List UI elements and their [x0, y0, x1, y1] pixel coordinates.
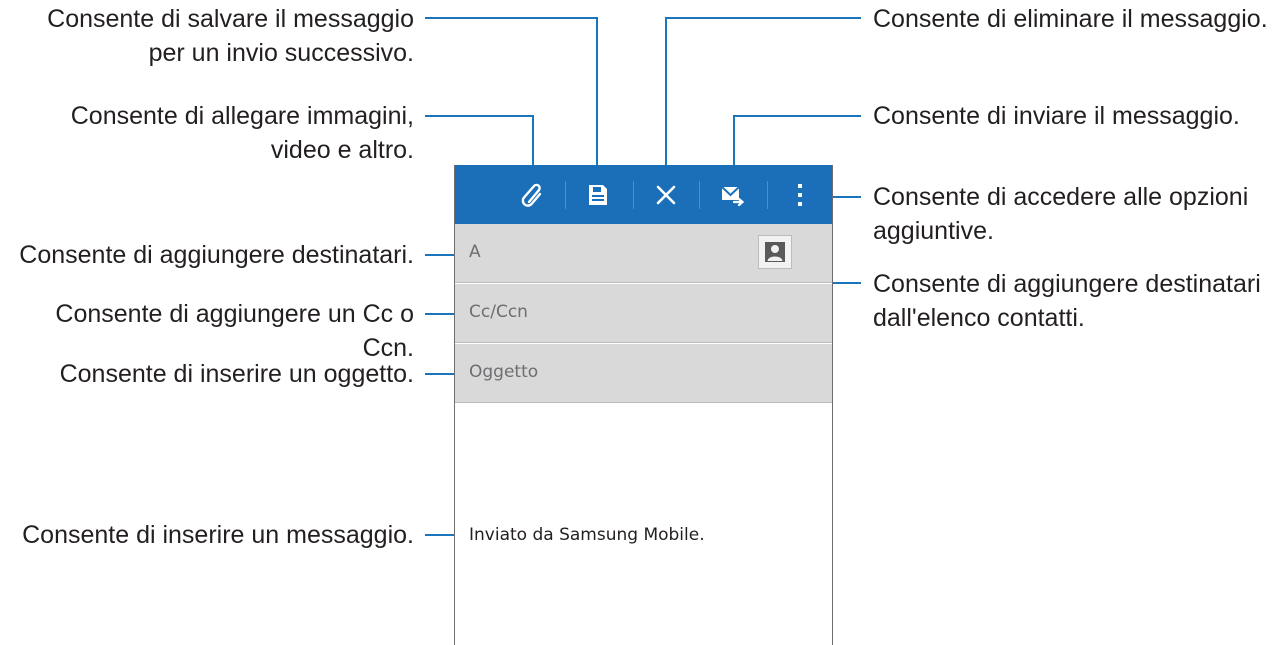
callout-attach: Consente di allegare immagini, video e a… [71, 99, 414, 167]
callout-contacts-line-2: dall'elenco contatti. [873, 304, 1085, 332]
callout-attach-line-1: Consente di allegare immagini, [70, 102, 414, 130]
action-bar-separator [565, 181, 566, 209]
leader-save-v [596, 17, 598, 179]
callout-recipients: Consente di aggiungere destinatari. [19, 238, 414, 272]
callout-delete: Consente di eliminare il messaggio. [873, 2, 1268, 36]
callout-save: Consente di salvare il messaggio per un … [47, 2, 414, 70]
callout-save-line-2: per un invio successivo. [148, 39, 414, 67]
callout-options-line-2: aggiuntive. [873, 217, 994, 245]
callout-attach-line-2: video e altro. [270, 136, 414, 164]
callout-message: Consente di inserire un messaggio. [22, 518, 414, 552]
more-vert-icon [798, 183, 802, 206]
callout-save-line-1: Consente di salvare il messaggio [47, 5, 414, 33]
contact-icon [765, 242, 785, 262]
more-options-button[interactable] [780, 165, 820, 224]
callout-send: Consente di inviare il messaggio. [873, 99, 1240, 133]
callout-delete-line-1: Consente di eliminare il messaggio. [873, 5, 1268, 33]
delete-button[interactable] [646, 165, 686, 224]
callout-contacts-line-1: Consente di aggiungere destinatari [873, 270, 1261, 298]
message-body[interactable]: Inviato da Samsung Mobile. [455, 404, 832, 645]
attach-button[interactable] [513, 165, 553, 224]
save-button[interactable] [578, 165, 618, 224]
cc-field[interactable]: Cc/Ccn [455, 284, 832, 343]
callout-message-line-1: Consente di inserire un messaggio. [22, 521, 414, 549]
cc-field-label: Cc/Ccn [469, 302, 528, 322]
callout-cc: Consente di aggiungere un Cc o Ccn. [55, 297, 414, 365]
email-compose-screen: A Cc/Ccn Oggetto Inviato da Samsung Mobi… [454, 165, 833, 645]
close-icon [656, 185, 676, 204]
callout-subject-line-1: Consente di inserire un oggetto. [59, 360, 414, 388]
callout-contacts: Consente di aggiungere destinatari dall'… [873, 267, 1261, 335]
action-bar-separator [699, 181, 700, 209]
action-bar-separator [633, 181, 634, 209]
subject-field[interactable]: Oggetto [455, 344, 832, 403]
send-button[interactable] [713, 165, 753, 224]
callout-options-line-1: Consente di accedere alle opzioni [873, 183, 1249, 211]
send-mail-icon [721, 185, 745, 206]
callout-options: Consente di accedere alle opzioni aggiun… [873, 180, 1248, 248]
contacts-button[interactable] [758, 235, 792, 269]
to-field-label: A [469, 242, 481, 262]
action-bar-separator [767, 181, 768, 209]
leader-send-h [733, 115, 861, 117]
subject-field-label: Oggetto [469, 362, 539, 382]
to-field[interactable]: A [455, 224, 832, 283]
paperclip-icon [521, 183, 542, 207]
callout-subject: Consente di inserire un oggetto. [60, 357, 414, 391]
callout-cc-line-1: Consente di aggiungere un Cc o [55, 300, 414, 328]
callout-recipients-line-1: Consente di aggiungere destinatari. [19, 241, 414, 269]
leader-attach-h [425, 115, 534, 117]
leader-delete-v [665, 17, 667, 179]
save-icon [589, 184, 607, 205]
callout-send-line-1: Consente di inviare il messaggio. [873, 102, 1240, 130]
leader-delete-h [665, 17, 861, 19]
message-signature: Inviato da Samsung Mobile. [469, 525, 705, 545]
action-bar [455, 165, 832, 224]
leader-save-h [425, 17, 598, 19]
